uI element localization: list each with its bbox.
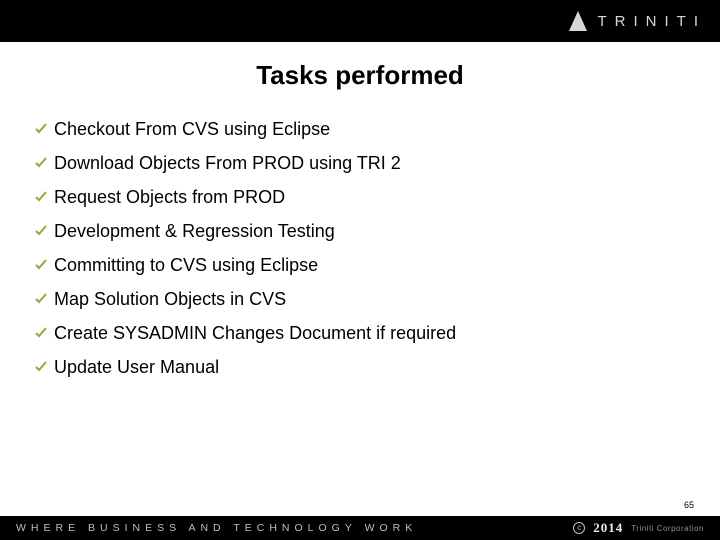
brand: TRINITI [568, 0, 707, 42]
list-item-text: Request Objects from PROD [54, 186, 285, 208]
footer-bar: WHERE BUSINESS AND TECHNOLOGY WORK c 201… [0, 516, 720, 540]
footer-year: 2014 [593, 520, 623, 536]
list-item: Create SYSADMIN Changes Document if requ… [34, 322, 686, 344]
check-icon [34, 290, 48, 308]
check-icon [34, 358, 48, 376]
check-icon [34, 256, 48, 274]
list-item-text: Development & Regression Testing [54, 220, 335, 242]
brand-triangle-icon [568, 9, 588, 33]
list-item: Development & Regression Testing [34, 220, 686, 242]
list-item-text: Committing to CVS using Eclipse [54, 254, 318, 276]
check-icon [34, 222, 48, 240]
list-item: Map Solution Objects in CVS [34, 288, 686, 310]
copyright-icon: c [573, 522, 585, 534]
header-bar: TRINITI [0, 0, 720, 42]
list-item-text: Create SYSADMIN Changes Document if requ… [54, 322, 456, 344]
slide: TRINITI Tasks performed Checkout From CV… [0, 0, 720, 540]
footer-tagline: WHERE BUSINESS AND TECHNOLOGY WORK [16, 522, 417, 534]
list-item-text: Checkout From CVS using Eclipse [54, 118, 330, 140]
copyright-symbol: c [577, 524, 581, 532]
check-icon [34, 324, 48, 342]
list-item: Request Objects from PROD [34, 186, 686, 208]
list-item: Checkout From CVS using Eclipse [34, 118, 686, 140]
check-icon [34, 120, 48, 138]
footer-right: c 2014 Triniti Corporation [573, 520, 704, 536]
list-item: Committing to CVS using Eclipse [34, 254, 686, 276]
slide-title: Tasks performed [0, 60, 720, 91]
page-number: 65 [684, 500, 694, 510]
list-item: Update User Manual [34, 356, 686, 378]
task-list: Checkout From CVS using Eclipse Download… [34, 118, 686, 390]
check-icon [34, 188, 48, 206]
list-item-text: Map Solution Objects in CVS [54, 288, 286, 310]
list-item: Download Objects From PROD using TRI 2 [34, 152, 686, 174]
check-icon [34, 154, 48, 172]
brand-name: TRINITI [598, 13, 707, 30]
list-item-text: Update User Manual [54, 356, 219, 378]
footer-corp: Triniti Corporation [631, 524, 704, 533]
list-item-text: Download Objects From PROD using TRI 2 [54, 152, 401, 174]
